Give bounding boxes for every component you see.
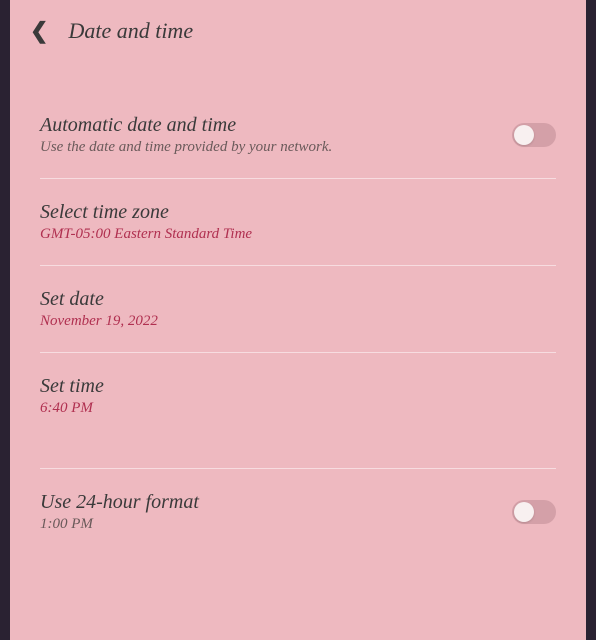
set-time-text: Set time 6:40 PM: [40, 375, 556, 417]
auto-date-time-row[interactable]: Automatic date and time Use the date and…: [40, 92, 556, 179]
format-24h-subtitle: 1:00 PM: [40, 516, 512, 533]
set-time-title: Set time: [40, 375, 556, 398]
auto-date-time-title: Automatic date and time: [40, 114, 512, 137]
auto-date-time-text: Automatic date and time Use the date and…: [40, 114, 512, 156]
time-zone-row[interactable]: Select time zone GMT-05:00 Eastern Stand…: [40, 179, 556, 266]
set-date-title: Set date: [40, 288, 556, 311]
time-zone-text: Select time zone GMT-05:00 Eastern Stand…: [40, 201, 556, 243]
divider-row: [40, 439, 556, 469]
format-24h-text: Use 24-hour format 1:00 PM: [40, 491, 512, 533]
time-zone-value: GMT-05:00 Eastern Standard Time: [40, 226, 556, 243]
auto-date-time-toggle[interactable]: [512, 123, 556, 147]
set-date-text: Set date November 19, 2022: [40, 288, 556, 330]
format-24h-row[interactable]: Use 24-hour format 1:00 PM: [40, 469, 556, 555]
toggle-knob: [514, 502, 534, 522]
format-24h-title: Use 24-hour format: [40, 491, 512, 514]
set-date-value: November 19, 2022: [40, 313, 556, 330]
settings-content: Automatic date and time Use the date and…: [10, 92, 586, 555]
page-title: Date and time: [68, 18, 193, 44]
set-date-row[interactable]: Set date November 19, 2022: [40, 266, 556, 353]
time-zone-title: Select time zone: [40, 201, 556, 224]
header: ❮ Date and time: [10, 0, 586, 62]
set-time-value: 6:40 PM: [40, 400, 556, 417]
toggle-knob: [514, 125, 534, 145]
auto-date-time-subtitle: Use the date and time provided by your n…: [40, 139, 512, 156]
set-time-row[interactable]: Set time 6:40 PM: [40, 353, 556, 439]
back-icon[interactable]: ❮: [30, 18, 48, 44]
format-24h-toggle[interactable]: [512, 500, 556, 524]
